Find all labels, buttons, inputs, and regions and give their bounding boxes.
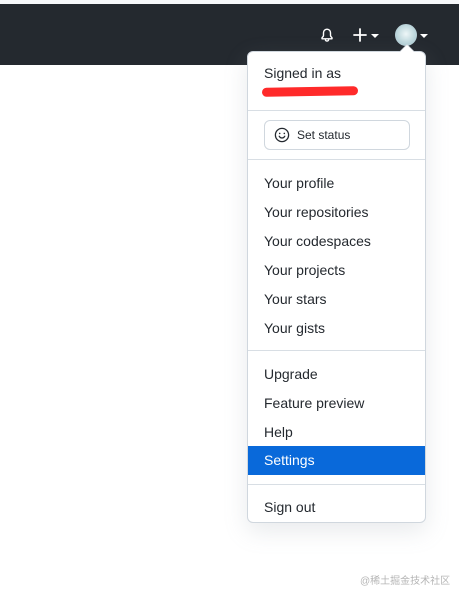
menu-divider [248, 110, 425, 111]
set-status-label: Set status [297, 128, 351, 142]
plus-icon [352, 27, 367, 42]
chevron-down-icon [419, 33, 428, 38]
menu-item-your-codespaces[interactable]: Your codespaces [248, 227, 425, 256]
menu-item-your-profile[interactable]: Your profile [248, 169, 425, 198]
menu-item-settings[interactable]: Settings [248, 446, 425, 475]
signed-in-label: Signed in as [264, 65, 342, 81]
menu-item-your-gists[interactable]: Your gists [248, 314, 425, 343]
menu-divider [248, 350, 425, 351]
set-status-button[interactable]: Set status [264, 120, 410, 150]
smiley-icon [274, 127, 290, 143]
menu-item-your-repositories[interactable]: Your repositories [248, 198, 425, 227]
profile-dropdown-menu: Signed in as Set status Your profile You… [247, 44, 426, 523]
redacted-username [261, 86, 359, 97]
menu-item-feature-preview[interactable]: Feature preview [248, 389, 425, 418]
menu-item-upgrade[interactable]: Upgrade [248, 360, 425, 389]
chevron-down-icon [370, 33, 379, 38]
sign-out-button[interactable]: Sign out [248, 493, 425, 522]
menu-item-your-stars[interactable]: Your stars [248, 285, 425, 314]
watermark-text: @稀土掘金技术社区 [360, 576, 451, 587]
avatar [394, 23, 417, 46]
menu-divider [248, 159, 425, 160]
menu-divider [248, 484, 425, 485]
menu-item-help[interactable]: Help [248, 418, 425, 447]
bell-icon [321, 28, 333, 42]
menu-item-your-projects[interactable]: Your projects [248, 256, 425, 285]
